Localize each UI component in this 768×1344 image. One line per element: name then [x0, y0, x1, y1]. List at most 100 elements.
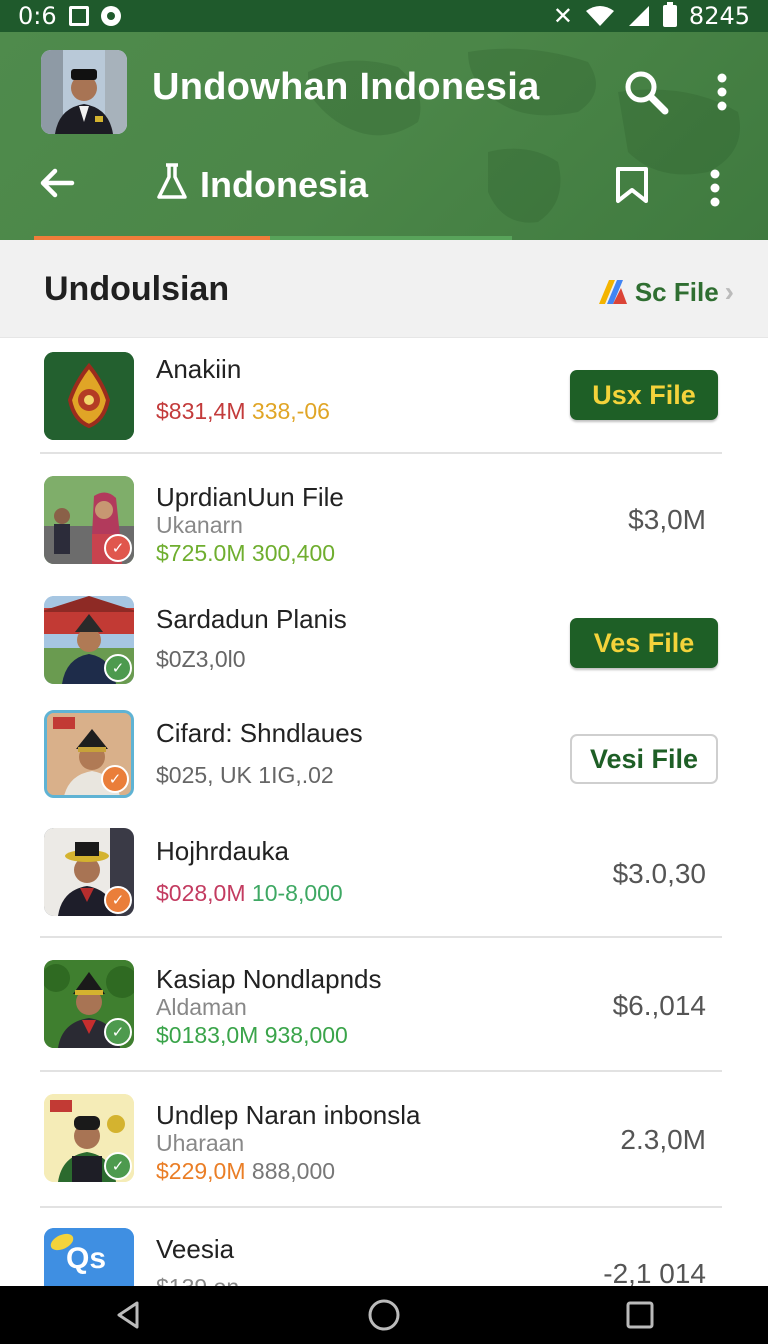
item-name: Sardadun Planis	[156, 604, 347, 634]
file-action-button[interactable]: Vesi File	[570, 734, 718, 784]
item-price: $229,0M 888,000	[156, 1158, 335, 1185]
more-vert-icon	[717, 73, 727, 111]
item-thumbnail: ✓	[44, 960, 134, 1048]
item-amount: -2,1 014	[603, 1258, 706, 1286]
item-price: $831,4M 338,-06	[156, 398, 330, 425]
app-title: Undowhan Indonesia	[152, 66, 540, 108]
section-link[interactable]: Sc File ›	[597, 276, 734, 308]
back-button[interactable]	[38, 164, 76, 202]
wifi-icon	[585, 6, 614, 26]
item-thumbnail: ✓	[44, 710, 134, 798]
screen-subtitle: Indonesia	[200, 164, 369, 205]
item-price: $025, UK 1IG,.02	[156, 762, 334, 789]
status-right: ✕ 8245	[553, 2, 750, 30]
nav-back-icon	[117, 1301, 139, 1329]
file-action-button[interactable]: Usx File	[570, 370, 718, 420]
item-name: Cifard: Shndlaues	[156, 718, 363, 748]
flask-icon	[155, 162, 189, 202]
item-price-secondary: 938,000	[264, 1022, 348, 1048]
battery-level: 8245	[688, 2, 750, 30]
status-bar: 0:6 ✕ 8245	[0, 0, 768, 32]
status-left: 0:6	[18, 2, 121, 30]
overflow-menu-button[interactable]	[707, 68, 737, 116]
nav-back-button[interactable]	[108, 1295, 148, 1335]
item-name: UprdianUun File	[156, 482, 344, 512]
item-thumbnail	[44, 352, 134, 440]
item-name: Anakiin	[156, 354, 242, 384]
bookmark-button[interactable]	[612, 164, 652, 206]
file-action-button[interactable]: Ves File	[570, 618, 718, 668]
world-map-background	[308, 48, 740, 223]
item-price-primary: $229,0M	[156, 1158, 246, 1184]
item-name: Kasiap Nondlapnds	[156, 964, 382, 994]
app-bar: Undowhan Indonesia Indonesia	[0, 32, 768, 240]
section-link-label: Sc File	[634, 276, 719, 307]
svg-text:Qs: Qs	[66, 1242, 106, 1275]
bookmark-icon	[616, 167, 648, 203]
app-screen: 0:6 ✕ 8245 Undowhan Indonesia Indonesia …	[0, 0, 768, 1344]
item-price-primary: $725.0M	[156, 540, 246, 566]
item-subtitle: Uharaan	[156, 1130, 245, 1156]
status-badge: ✓	[104, 1018, 132, 1046]
bluetooth-icon: ✕	[552, 2, 573, 30]
status-badge: ✓	[104, 1152, 132, 1180]
nav-recents-button[interactable]	[620, 1295, 660, 1335]
nav-home-button[interactable]	[364, 1295, 404, 1335]
list-item[interactable]: Anakiin $831,4M 338,-06 Usx File	[0, 338, 768, 452]
list-divider	[40, 1070, 722, 1072]
item-amount: 2.3,0M	[620, 1124, 706, 1155]
item-thumbnail: ✓	[44, 476, 134, 564]
signal-icon	[628, 6, 649, 26]
item-price: $139 on	[156, 1274, 239, 1286]
avatar-image	[41, 50, 127, 134]
arrow-back-icon	[40, 168, 75, 198]
battery-icon	[662, 2, 677, 27]
item-price-secondary: 338,-06	[251, 398, 330, 424]
item-price-secondary: 888,000	[251, 1158, 336, 1184]
item-price: $0183,0M 938,000	[156, 1022, 348, 1049]
item-price-primary: $831,4M	[156, 398, 246, 424]
list-item[interactable]: ✓ UprdianUun File Ukanarn $725.0M 300,40…	[0, 464, 768, 588]
list-item[interactable]: ✓ Cifard: Shndlaues $025, UK 1IG,.02 Ves…	[0, 704, 768, 824]
status-badge: ✓	[104, 654, 132, 682]
chevron-right-icon: ›	[724, 276, 734, 307]
item-price-secondary: 10-8,000	[251, 880, 343, 906]
item-name: Veesia	[156, 1234, 235, 1264]
item-thumbnail: Qs	[44, 1228, 134, 1286]
app-logo-icon: Qs	[44, 1228, 134, 1286]
item-amount: $3.0,30	[612, 858, 706, 889]
item-price-secondary: 300,400	[251, 540, 336, 566]
settings-notification-icon	[100, 6, 121, 26]
item-name: Undlep Naran inbonsla	[156, 1100, 421, 1130]
item-price-primary: $028,0M	[156, 880, 246, 906]
item-price-primary: $139 on	[156, 1274, 239, 1286]
search-button[interactable]	[622, 68, 670, 116]
secondary-menu-button[interactable]	[700, 164, 730, 212]
item-price-primary: $0Z3,0l0	[156, 646, 246, 672]
list-item[interactable]: ✓ Kasiap Nondlapnds Aldaman $0183,0M 938…	[0, 948, 768, 1070]
section-title: Undoulsian	[44, 270, 230, 308]
nav-home-icon	[368, 1299, 400, 1331]
item-amount: $6.,014	[612, 990, 706, 1021]
item-price-primary: $025, UK 1IG,.02	[156, 762, 334, 788]
google-files-icon	[597, 278, 629, 306]
profile-avatar[interactable]	[41, 50, 127, 134]
list-divider	[40, 1206, 722, 1208]
item-thumbnail: ✓	[44, 1094, 134, 1182]
item-price: $028,0M 10-8,000	[156, 880, 343, 907]
list-item[interactable]: ✓ Undlep Naran inbonsla Uharaan $229,0M …	[0, 1082, 768, 1206]
emblem-icon	[44, 352, 134, 440]
item-price: $0Z3,0l0	[156, 646, 246, 673]
screenshot-icon	[68, 6, 89, 26]
item-subtitle: Aldaman	[156, 994, 247, 1020]
list-item[interactable]: ✓ Sardadun Planis $0Z3,0l0 Ves File	[0, 588, 768, 704]
item-subtitle: Ukanarn	[156, 512, 243, 538]
item-thumbnail: ✓	[44, 828, 134, 916]
nav-recents-icon	[626, 1301, 654, 1329]
list-item[interactable]: Qs Veesia $139 on -2,1 014	[0, 1218, 768, 1286]
list-item[interactable]: ✓ Hojhrdauka $028,0M 10-8,000 $3.0,30	[0, 824, 768, 938]
search-icon	[625, 71, 669, 115]
item-price-primary: $0183,0M	[156, 1022, 259, 1048]
item-price: $725.0M 300,400	[156, 540, 335, 567]
status-badge: ✓	[104, 886, 132, 914]
